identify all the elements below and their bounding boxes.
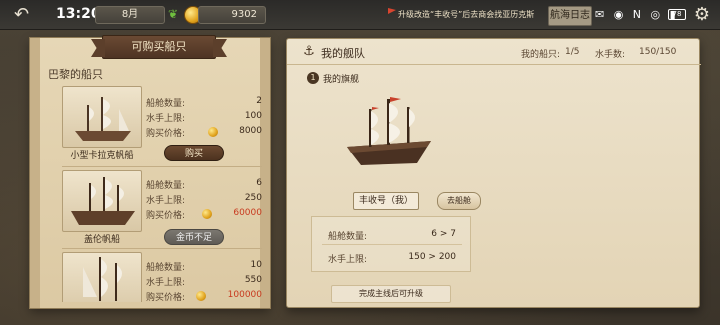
sailors-label: 水手上限:	[146, 196, 186, 206]
cabins-label: 船舱数量:	[146, 181, 186, 191]
coin-icon	[196, 291, 206, 301]
sailors-label: 水手上限:	[146, 114, 186, 124]
upgrade-cabins-label: 船舱数量:	[328, 232, 368, 242]
cabins-value: 6	[256, 178, 262, 188]
fleet-header: ⚓ 我的舰队 我的船只: 1/5 水手数: 150/150	[287, 39, 701, 65]
price-value: 8000	[239, 126, 262, 136]
price-value: 100000	[227, 290, 262, 300]
top-bar: ↶ 13:20 8月 ❦ 9302 升级改造“丰收号”后去商会找亚历克斯 航海日…	[0, 0, 720, 30]
upgrade-sailors-label: 水手上限:	[328, 255, 368, 265]
ship-name: 盖伦帆船	[83, 235, 120, 245]
shop-section-title: 巴黎的船只	[48, 68, 103, 81]
voyage-log-button[interactable]: 航海日志	[548, 6, 592, 26]
ship-card: 小型卡拉克帆船 船舱数量: 2 水手上限: 100 购买价格: 8000 购买	[62, 86, 262, 164]
cabins-label: 船舱数量:	[146, 263, 186, 273]
sailors-value: 550	[244, 275, 262, 285]
battery-icon: 78	[668, 9, 686, 20]
month-display: 8月	[95, 6, 165, 24]
upgrade-preview: 船舱数量: 6 > 7 水手上限: 150 > 200	[311, 216, 471, 272]
coin-icon	[208, 127, 218, 137]
flagship-badge: 1	[307, 72, 319, 84]
ship-image	[62, 86, 142, 148]
shop-title-ribbon: 可购买船只	[102, 35, 216, 59]
back-arrow-icon[interactable]: ↶	[14, 6, 36, 24]
system-status-icons: ✉ ◉ N ◎ ▮	[595, 8, 679, 21]
ship-name: 小型卡拉克帆船	[70, 151, 134, 161]
quest-notice[interactable]: 升级改造“丰收号”后去商会找亚历克斯	[386, 9, 534, 20]
upgrade-cabins-value: 6 > 7	[431, 229, 456, 239]
upgrade-locked-note: 完成主线后可升级	[331, 285, 451, 303]
ships-count-label: 我的船只:	[521, 50, 561, 60]
cabins-label: 船舱数量:	[146, 99, 186, 109]
cabins-value: 2	[256, 96, 262, 106]
fleet-title: 我的舰队	[321, 47, 365, 60]
sailors-value: 250	[244, 193, 262, 203]
gear-icon[interactable]: ⚙	[692, 5, 712, 25]
sailors-count-label: 水手数:	[595, 50, 626, 60]
go-to-cabin-button[interactable]: 去船舱	[437, 192, 481, 210]
flagship-name: 丰收号（我）	[353, 192, 419, 210]
sailing-ship-icon	[83, 257, 122, 301]
galleon-ship-icon	[71, 177, 135, 225]
cabins-value: 10	[250, 260, 262, 270]
price-label: 购买价格:	[146, 211, 186, 221]
fleet-panel: ⚓ 我的舰队 我的船只: 1/5 水手数: 150/150 1 我的旗舰 丰收号…	[286, 38, 701, 308]
sailors-label: 水手上限:	[146, 278, 186, 288]
ships-count-value: 1/5	[565, 47, 580, 57]
price-label: 购买价格:	[146, 293, 186, 302]
carrack-ship-icon	[75, 97, 131, 141]
leaf-icon: ❦	[167, 7, 179, 21]
flagship-ship-icon	[347, 97, 431, 165]
upgrade-divider	[322, 244, 462, 245]
sailors-count-value: 150/150	[639, 47, 677, 57]
ship-card: 盖伦帆船 船舱数量: 6 水手上限: 250 购买价格: 60000 金币不足	[62, 170, 262, 248]
insufficient-gold-button[interactable]: 金币不足	[164, 229, 224, 245]
price-label: 购买价格:	[146, 129, 186, 139]
buy-button[interactable]: 购买	[164, 145, 224, 161]
card-divider	[62, 166, 262, 167]
card-divider	[62, 248, 262, 249]
anchor-icon: ⚓	[303, 44, 315, 59]
clock: 13:20	[56, 6, 101, 22]
gold-amount: 9302	[198, 6, 266, 24]
flagship-image	[341, 93, 437, 177]
sailors-value: 100	[244, 111, 262, 121]
coin-icon	[202, 209, 212, 219]
flagship-label: 我的旗舰	[323, 75, 360, 85]
quest-notice-text: 升级改造“丰收号”后去商会找亚历克斯	[398, 10, 535, 19]
ship-image	[62, 170, 142, 232]
ship-image	[62, 252, 142, 302]
ship-card: 船舱数量: 10 水手上限: 550 购买价格: 100000	[62, 252, 262, 302]
upgrade-sailors-value: 150 > 200	[408, 252, 456, 262]
price-value: 60000	[233, 208, 262, 218]
